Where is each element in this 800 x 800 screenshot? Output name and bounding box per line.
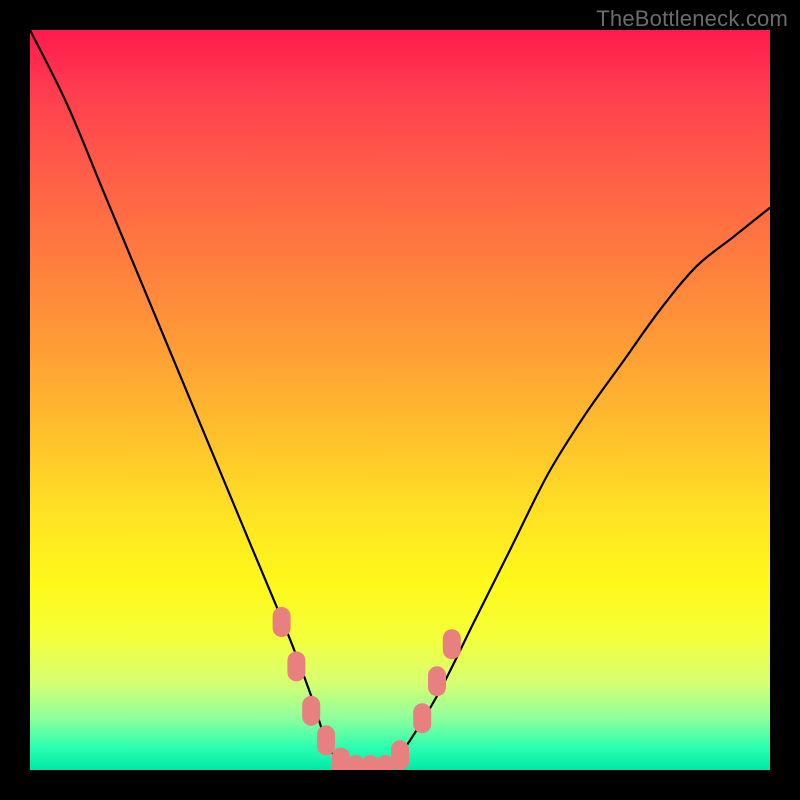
curve-marker	[302, 696, 320, 726]
curve-marker	[443, 629, 461, 659]
plot-area	[30, 30, 770, 770]
curve-marker	[317, 725, 335, 755]
bottleneck-curve	[30, 30, 770, 770]
curve-marker	[287, 651, 305, 681]
curve-marker	[273, 607, 291, 637]
chart-frame: TheBottleneck.com	[0, 0, 800, 800]
curve-markers	[273, 607, 461, 770]
curve-marker	[391, 740, 409, 770]
curve-svg	[30, 30, 770, 770]
curve-marker	[413, 703, 431, 733]
watermark-text: TheBottleneck.com	[596, 6, 788, 32]
curve-marker	[428, 666, 446, 696]
